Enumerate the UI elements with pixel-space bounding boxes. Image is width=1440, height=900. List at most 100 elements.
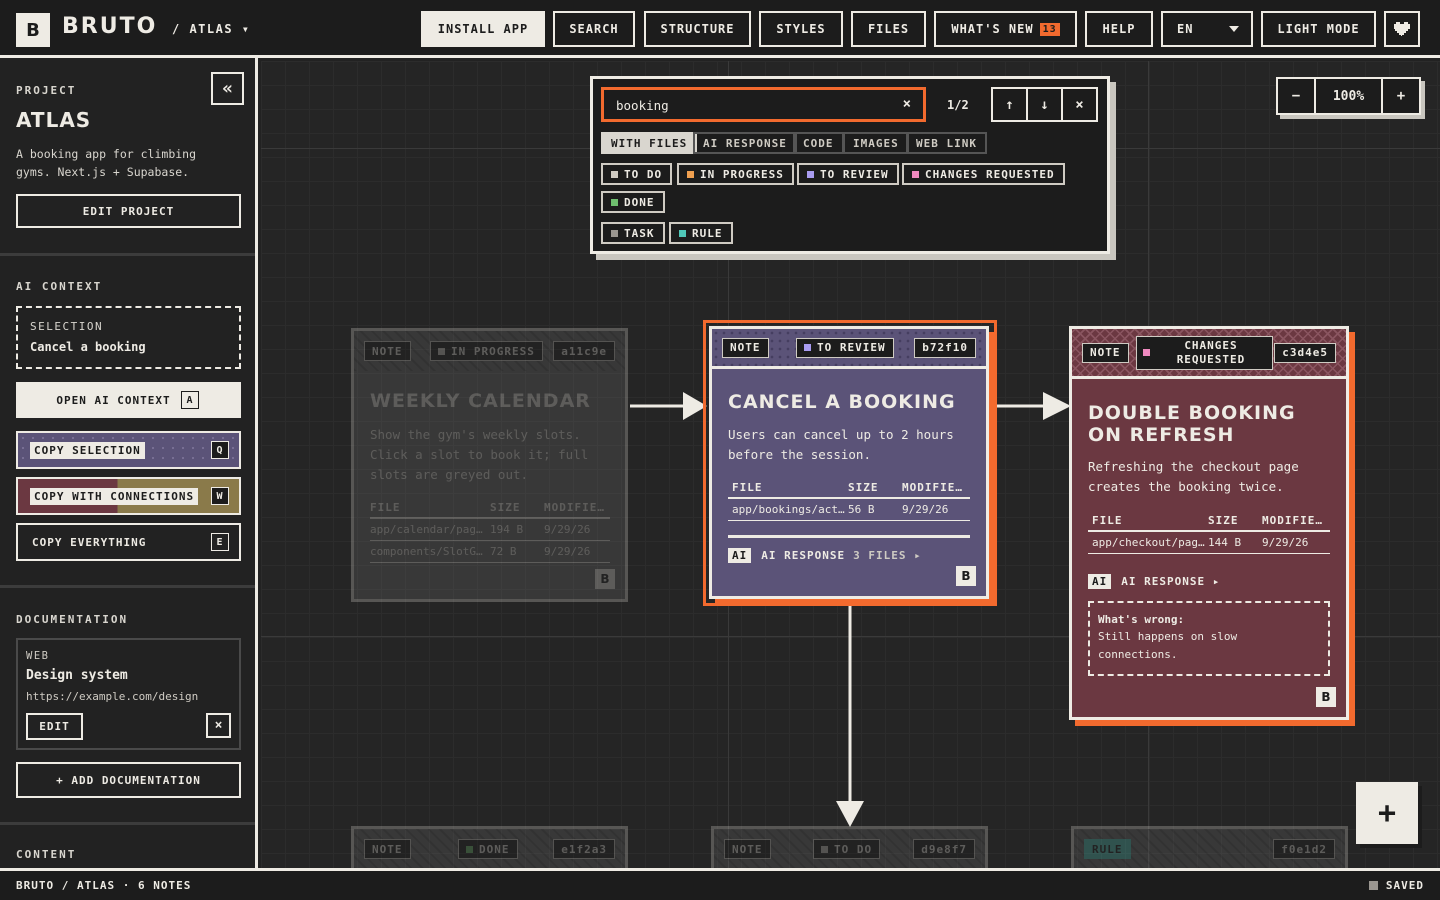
project-switcher[interactable]: / ATLAS ▾ [172,22,251,36]
cell-size: 72 B [490,545,517,558]
cell-file: app/checkout/pag… [1092,536,1205,549]
search-field[interactable]: booking × [601,87,926,122]
status-filter-label: TO DO [624,167,663,181]
language-select[interactable]: EN [1161,11,1253,47]
light-mode-button[interactable]: LIGHT MODE [1261,11,1376,47]
filter-code[interactable]: CODE [793,132,844,154]
filter-web-link[interactable]: WEB LINK [906,132,987,154]
files-table: FILE SIZE MODIFIE… app/calendar/pag… 194 B 9… [370,497,610,563]
zoom-out-button[interactable]: − [1278,79,1316,113]
copy-everything-button[interactable]: COPY EVERYTHING E [16,523,241,561]
chevron-down-icon [1229,26,1239,32]
col-file: FILE [370,500,401,514]
save-status-label: SAVED [1385,879,1424,892]
add-documentation-button[interactable]: + ADD DOCUMENTATION [16,762,241,798]
filter-with-files[interactable]: WITH FILES [601,132,698,154]
card-title: CANCEL A BOOKING [728,391,956,413]
install-app-button[interactable]: INSTALL APP [421,11,545,47]
table-header: FILE SIZE MODIFIE… [728,477,970,499]
whats-wrong-title: What's wrong: [1098,613,1185,626]
copy-selection-button[interactable]: COPY SELECTION Q [16,431,241,469]
arrow-up-icon[interactable]: ↑ [993,89,1028,120]
cell-file: app/bookings/act… [732,503,845,516]
card-description: Users can cancel up to 2 hours before th… [728,427,954,462]
styles-button[interactable]: STYLES [759,11,843,47]
table-row[interactable]: app/checkout/pag… 144 B 9/29/26 [1088,532,1330,554]
status-filter-in-progress[interactable]: IN PROGRESS [677,163,794,185]
open-ai-context-button[interactable]: OPEN AI CONTEXT A [16,382,241,418]
search-input[interactable]: booking [616,98,669,113]
collapse-sidebar-button[interactable]: « [211,72,244,105]
card-divider [728,535,970,538]
status-filter-to-do[interactable]: TO DO [601,163,673,185]
note-card-double-booking[interactable]: NOTE CHANGES REQUESTED c3d4e5 DOUBLE BOO… [1069,326,1349,720]
close-search-icon[interactable]: × [1063,89,1096,120]
canvas[interactable]: NOTE IN PROGRESS a11c9e WEEKLY CALENDAR … [261,61,1440,868]
doc-type: WEB [26,650,50,662]
match-counter: 1/2 [947,98,969,112]
zoom-control: − 100% + [1276,77,1421,115]
filter-images[interactable]: IMAGES [843,132,909,154]
card-header: NOTE CHANGES REQUESTED c3d4e5 [1072,329,1346,379]
close-icon: × [214,718,223,733]
app-name[interactable]: BRUTO [62,14,157,39]
selection-value: Cancel a booking [30,340,146,354]
language-value: EN [1177,22,1194,36]
zoom-in-button[interactable]: + [1381,79,1419,113]
search-button[interactable]: SEARCH [553,11,635,47]
type-tag: NOTE [364,839,411,859]
id-tag: c3d4e5 [1274,342,1336,363]
whats-new-label: WHAT'S NEW [951,22,1034,36]
ai-response-toggle[interactable]: AI AI RESPONSE 3 FILES ▸ [728,548,922,563]
selection-box: SELECTION Cancel a booking [16,306,241,369]
status-filter-to-review[interactable]: TO REVIEW [797,163,899,185]
id-tag: e1f2a3 [553,839,615,859]
board-mark-icon: B [956,566,976,586]
status-filter-done[interactable]: DONE [601,191,665,213]
type-filter-rule[interactable]: RULE [669,222,733,244]
card-header: NOTE DONE e1f2a3 [354,829,625,868]
copy-with-connections-button[interactable]: COPY WITH CONNECTIONS W [16,477,241,515]
whats-new-button[interactable]: WHAT'S NEW 13 [934,11,1077,47]
table-row[interactable]: app/calendar/pag… 194 B 9/29/26 [370,519,610,541]
status-tag[interactable]: CHANGES REQUESTED [1136,335,1273,370]
table-row[interactable]: components/SlotG… 72 B 9/29/26 [370,541,610,563]
note-card-to-do[interactable]: NOTE TO DO d9e8f7 [711,826,988,868]
rule-card[interactable]: RULE f0e1d2 [1071,826,1348,868]
col-size: SIZE [490,500,521,514]
type-swatch [611,229,618,237]
status-tag[interactable]: TO REVIEW [796,337,894,358]
card-header: NOTE TO DO d9e8f7 [714,829,985,868]
search-nav-group: ↑ ↓ × [991,87,1098,122]
doc-edit-button[interactable]: EDIT [26,713,83,740]
shortcut-key-q: Q [211,441,229,459]
filter-ai-response[interactable]: AI RESPONSE [693,132,797,154]
cell-size: 144 B [1208,536,1242,549]
files-button[interactable]: FILES [851,11,926,47]
ai-response-toggle[interactable]: AI AI RESPONSE ▸ [1088,574,1220,589]
status-label: TO DO [834,842,873,856]
arrow-down-icon[interactable]: ↓ [1028,89,1063,120]
logo-mark[interactable]: B [16,13,50,47]
note-card-done[interactable]: NOTE DONE e1f2a3 [351,826,628,868]
connector-cancel-to-double [997,392,1071,420]
add-note-button[interactable]: + [1356,782,1418,844]
status-label: TO REVIEW [817,341,886,354]
cell-modified: 9/29/26 [1262,536,1309,549]
heart-icon [1394,22,1410,36]
table-row[interactable]: app/bookings/act… 56 B 9/29/26 [728,499,970,521]
type-filter-task[interactable]: TASK [601,222,665,244]
heart-button[interactable] [1384,11,1420,47]
status-filter-changes-requested[interactable]: CHANGES REQUESTED [902,163,1065,185]
note-card-weekly-calendar[interactable]: NOTE IN PROGRESS a11c9e WEEKLY CALENDAR … [351,328,628,602]
doc-remove-button[interactable]: × [206,713,231,738]
status-swatch [807,170,814,178]
structure-button[interactable]: STRUCTURE [644,11,751,47]
note-card-cancel-booking[interactable]: NOTE TO REVIEW b72f10 CANCEL A BOOKING U… [709,326,989,599]
help-button[interactable]: HELP [1085,11,1153,47]
edit-project-button[interactable]: EDIT PROJECT [16,194,241,228]
clear-search-icon[interactable]: × [903,96,911,112]
status-filter-label: TO REVIEW [820,167,889,181]
cell-size: 194 B [490,523,524,536]
doc-url[interactable]: https://example.com/design [26,690,198,703]
